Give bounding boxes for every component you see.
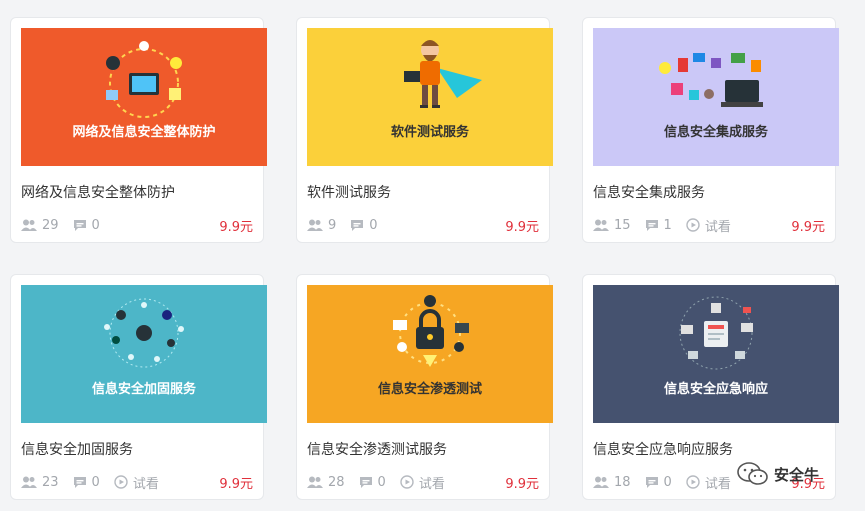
trial-link[interactable]: 试看 <box>400 473 445 492</box>
users-icon <box>21 219 37 231</box>
play-icon <box>114 475 128 489</box>
students-count: 29 <box>21 218 59 233</box>
comments-count: 0 <box>359 475 386 490</box>
comments-count: 0 <box>73 218 100 233</box>
thumbnail-banner-text: 网络及信息安全整体防护 <box>72 125 216 140</box>
course-price: 9.9元 <box>219 220 253 235</box>
course-meta: 18 0 试看 <box>593 473 745 492</box>
course-thumbnail[interactable]: 信息安全渗透测试 <box>307 285 553 423</box>
students-count: 28 <box>307 475 345 490</box>
course-meta: 15 1 试看 <box>593 216 745 235</box>
course-title[interactable]: 网络及信息安全整体防护 <box>21 182 175 202</box>
wechat-icon <box>737 462 768 485</box>
course-card[interactable]: 软件测试服务 软件测试服务 9 0 9.9元 <box>296 17 553 243</box>
students-count: 18 <box>593 475 631 490</box>
users-icon <box>593 476 609 488</box>
users-icon <box>307 219 323 231</box>
course-price: 9.9元 <box>219 477 253 492</box>
course-title[interactable]: 信息安全应急响应服务 <box>593 439 733 459</box>
course-meta: 23 0 试看 <box>21 473 173 492</box>
course-price: 9.9元 <box>791 220 825 235</box>
course-card[interactable]: 信息安全加固服务 信息安全加固服务 23 0 试看 9.9元 <box>10 274 267 500</box>
comments-count: 0 <box>73 475 100 490</box>
comment-icon <box>645 219 658 231</box>
course-title[interactable]: 信息安全加固服务 <box>21 439 133 459</box>
course-thumbnail[interactable]: 网络及信息安全整体防护 <box>21 28 267 166</box>
trial-link[interactable]: 试看 <box>686 216 731 235</box>
pentest-illustration <box>393 295 469 367</box>
course-title[interactable]: 信息安全集成服务 <box>593 182 705 202</box>
comment-icon <box>645 476 658 488</box>
incident-response-illustration <box>679 296 753 370</box>
comment-icon <box>359 476 372 488</box>
security-illustration <box>106 41 182 118</box>
course-thumbnail[interactable]: 软件测试服务 <box>307 28 553 166</box>
comment-icon <box>73 476 86 488</box>
course-thumbnail[interactable]: 信息安全应急响应 <box>593 285 839 423</box>
users-icon <box>21 476 37 488</box>
play-icon <box>686 218 700 232</box>
watermark-text: 安全牛 <box>774 465 820 484</box>
play-icon <box>400 475 414 489</box>
course-grid: 网络及信息安全整体防护 网络及信息安全整体防护 29 0 9.9元 软件测试服务… <box>0 0 865 511</box>
course-meta: 29 0 <box>21 216 114 234</box>
course-title[interactable]: 信息安全渗透测试服务 <box>307 439 447 459</box>
comments-count: 0 <box>645 475 672 490</box>
thumbnail-banner-text: 信息安全应急响应 <box>663 382 768 397</box>
course-price: 9.9元 <box>505 477 539 492</box>
course-card[interactable]: 网络及信息安全整体防护 网络及信息安全整体防护 29 0 9.9元 <box>10 17 267 243</box>
students-count: 15 <box>593 218 631 233</box>
comments-count: 1 <box>645 218 672 233</box>
course-thumbnail[interactable]: 信息安全集成服务 <box>593 28 839 166</box>
thumbnail-banner-text: 信息安全渗透测试 <box>377 382 482 397</box>
comments-count: 0 <box>350 218 378 233</box>
trial-link[interactable]: 试看 <box>686 473 731 492</box>
students-count: 23 <box>21 475 59 490</box>
thumbnail-banner-text: 信息安全加固服务 <box>91 382 196 397</box>
play-icon <box>686 475 700 489</box>
users-icon <box>307 476 323 488</box>
course-price: 9.9元 <box>505 220 539 235</box>
trial-link[interactable]: 试看 <box>114 473 159 492</box>
watermark: 安全牛 <box>736 461 819 487</box>
thumbnail-banner-text: 软件测试服务 <box>390 125 469 140</box>
integration-illustration <box>659 53 763 107</box>
comment-icon <box>351 219 364 231</box>
thumbnail-banner-text: 信息安全集成服务 <box>663 125 768 140</box>
course-card[interactable]: 信息安全渗透测试 信息安全渗透测试服务 28 0 试看 9.9元 <box>296 274 553 500</box>
students-count: 9 <box>307 218 336 233</box>
tester-illustration <box>404 40 482 108</box>
course-thumbnail[interactable]: 信息安全加固服务 <box>21 285 267 423</box>
course-meta: 28 0 试看 <box>307 473 459 492</box>
course-title[interactable]: 软件测试服务 <box>307 182 391 202</box>
course-meta: 9 0 <box>307 216 392 234</box>
users-icon <box>593 219 609 231</box>
comment-icon <box>73 219 86 231</box>
hardening-illustration <box>104 298 184 368</box>
course-card[interactable]: 信息安全集成服务 信息安全集成服务 15 1 试看 9.9元 <box>582 17 839 243</box>
